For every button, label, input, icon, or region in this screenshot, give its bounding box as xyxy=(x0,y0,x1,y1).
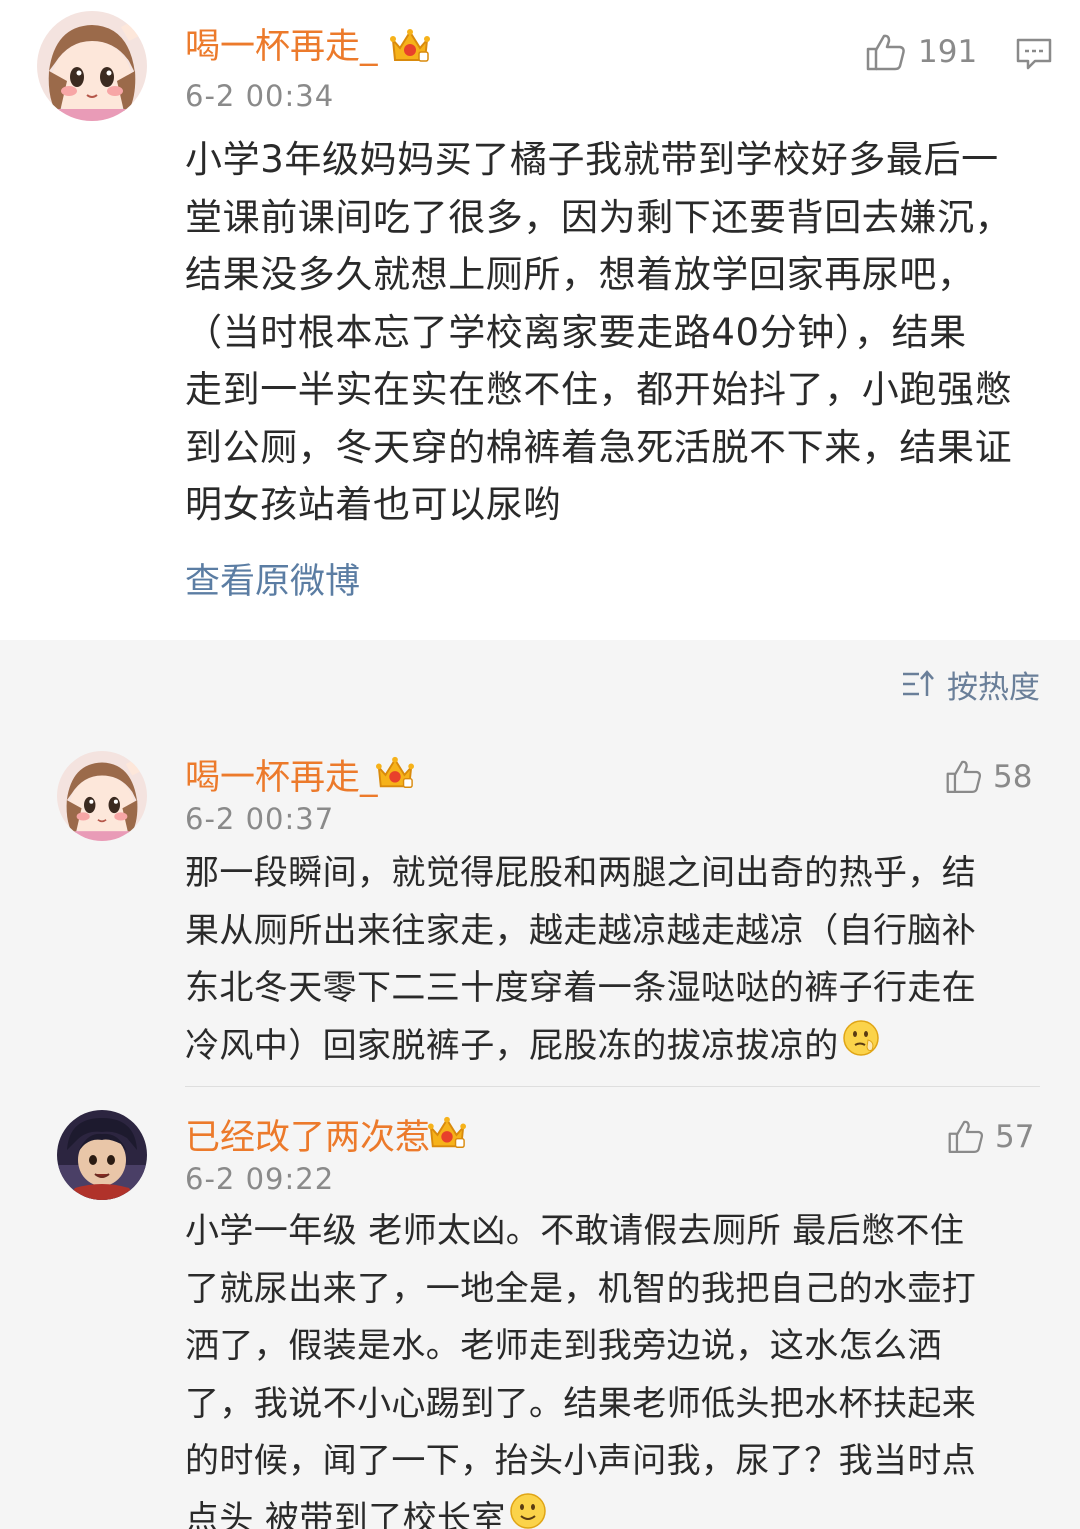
avatar[interactable] xyxy=(37,11,147,121)
vip-crown-icon xyxy=(427,1114,467,1156)
comment-body-line: 冷风中）回家脱裤子，屁股冻的拔凉拔凉的 xyxy=(185,1018,976,1076)
vip-crown-icon xyxy=(375,754,415,796)
comment-body-line: 果从厕所出来往家走，越走越凉越走越凉（自行脑补 xyxy=(185,910,977,951)
emoji-icon xyxy=(841,1018,881,1077)
comment-body-line: 东北冬天零下二三十度穿着一条湿哒哒的裤子行走在 xyxy=(185,968,977,1009)
thumbs-up-icon[interactable] xyxy=(865,32,907,76)
comment-body-line: 了就尿出来了，一地全是，机智的我把自己的水壶打 xyxy=(185,1268,977,1309)
vip-crown-icon xyxy=(389,26,431,70)
post-body-line: 到公厕，冬天穿的棉裤着急死活脱不下来，结果证 xyxy=(185,425,1013,469)
post-body-line: 结果没多久就想上厕所，想着放学回家再尿吧， xyxy=(185,253,975,296)
post-body-line: 明女孩站着也可以尿哟 xyxy=(185,483,561,526)
like-count: 58 xyxy=(993,759,1033,795)
avatar[interactable] xyxy=(57,1110,147,1200)
weibo-comment-page: 喝一杯再走_ 6-2 00:34 191 小学3年级妈妈买了橘子我就带到学校好多… xyxy=(0,0,1080,1529)
post-body-line: 堂课前课间吃了很多，因为剩下还要背回去嫌沉， xyxy=(185,195,1013,239)
comment-icon[interactable] xyxy=(1015,37,1053,75)
like-count: 57 xyxy=(995,1119,1035,1155)
main-post: 喝一杯再走_ 6-2 00:34 191 小学3年级妈妈买了橘子我就带到学校好多… xyxy=(0,0,1080,640)
comment-body-line: 的时候，闻了一下，抬头小声问我，尿了？我当时点 xyxy=(185,1441,977,1482)
comment-body: 小学一年级 老师太凶。不敢请假去厕所 最后憋不住 了就尿出来了，一地全是，机智的… xyxy=(185,1203,976,1529)
like-count: 191 xyxy=(918,34,978,70)
post-body-line: 小学3年级妈妈买了橘子我就带到学校好多最后一 xyxy=(185,138,999,181)
timestamp: 6-2 00:37 xyxy=(185,802,335,836)
username[interactable]: 已经改了两次惹 xyxy=(185,1121,430,1156)
comment-body-line: 了，我说不小心踢到了。结果老师低头把水杯扶起来 xyxy=(185,1383,977,1424)
comment-body-line-text: 冷风中）回家脱裤子，屁股冻的拔凉拔凉的 xyxy=(185,1025,839,1066)
post-body-line: （当时根本忘了学校离家要走路40分钟），结果 xyxy=(185,310,967,354)
view-original-link[interactable]: 查看原微博 xyxy=(185,565,360,600)
post-body-line: 走到一半实在实在憋不住，都开始抖了，小跑强憋 xyxy=(185,368,1013,411)
username[interactable]: 喝一杯再走_ xyxy=(185,761,378,796)
comment-body-line: 小学一年级 老师太凶。不敢请假去厕所 最后憋不住 xyxy=(185,1211,965,1251)
comment-body-line: 洒了，假装是水。老师走到我旁边说，这水怎么洒 xyxy=(185,1326,942,1367)
timestamp: 6-2 00:34 xyxy=(185,79,335,113)
comments-section: 按热度 喝一杯再走_ 6-2 00:37 58 那一段瞬间，就觉得屁股和两腿之间… xyxy=(0,640,1080,1529)
comment-body: 那一段瞬间，就觉得屁股和两腿之间出奇的热乎，结 果从厕所出来往家走，越走越凉越走… xyxy=(185,845,976,1075)
thumbs-up-icon[interactable] xyxy=(947,1118,985,1159)
emoji-icon xyxy=(508,1491,548,1529)
divider xyxy=(185,1086,1040,1087)
comment-body-line: 那一段瞬间，就觉得屁股和两腿之间出奇的热乎，结 xyxy=(185,853,977,893)
post-body: 小学3年级妈妈买了橘子我就带到学校好多最后一 堂课前课间吃了很多，因为剩下还要背… xyxy=(185,131,1012,534)
sort-toggle-button[interactable]: 按热度 xyxy=(901,666,1040,706)
sort-icon xyxy=(903,670,934,696)
username[interactable]: 喝一杯再走_ xyxy=(185,30,378,65)
avatar[interactable] xyxy=(57,751,147,841)
comment-body-line-text: 点头 被带到了校长室 xyxy=(185,1498,506,1529)
comment-body-line: 点头 被带到了校长室 xyxy=(185,1491,976,1529)
thumbs-up-icon[interactable] xyxy=(945,758,983,799)
timestamp: 6-2 09:22 xyxy=(185,1162,335,1196)
sort-label: 按热度 xyxy=(947,669,1040,706)
